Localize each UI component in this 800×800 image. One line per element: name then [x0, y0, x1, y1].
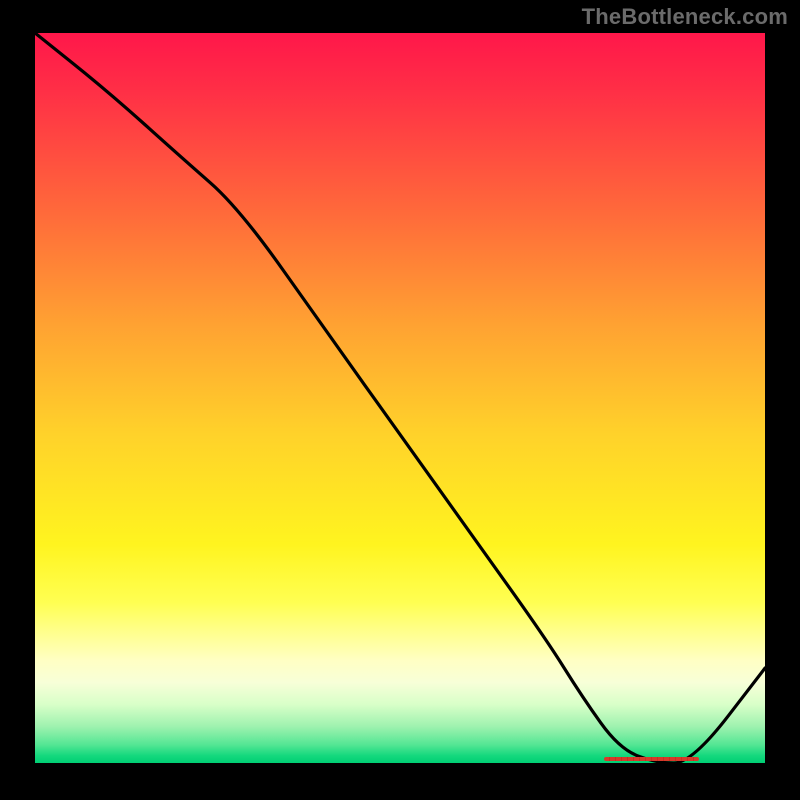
optimal-range-marker: [604, 757, 699, 761]
plot-area: [35, 33, 765, 763]
bottleneck-curve: [35, 33, 765, 763]
chart-frame: TheBottleneck.com: [0, 0, 800, 800]
watermark-text: TheBottleneck.com: [582, 4, 788, 30]
